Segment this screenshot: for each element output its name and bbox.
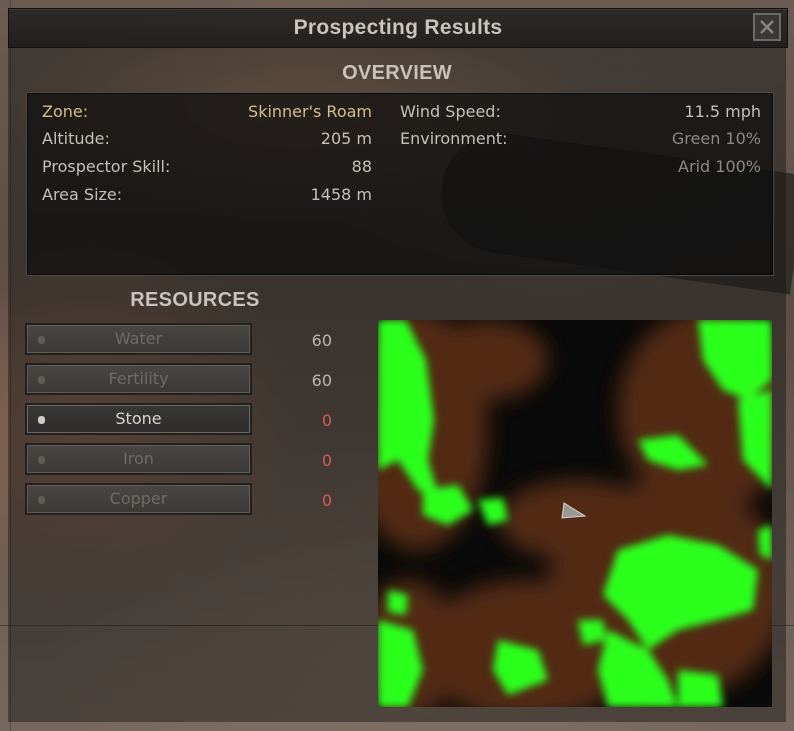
- overview-row-skill: Prospector Skill: 88: [42, 157, 372, 179]
- resource-label-copper: Copper: [109, 489, 168, 508]
- altitude-label: Altitude:: [42, 129, 110, 148]
- resource-button-copper[interactable]: Copper: [25, 483, 252, 515]
- zone-value: Skinner's Roam: [248, 102, 372, 121]
- resource-value-fertility: 60: [311, 371, 332, 390]
- resource-value-stone: 0: [321, 411, 332, 430]
- resource-label-iron: Iron: [123, 449, 154, 468]
- resource-label-fertility: Fertility: [108, 369, 169, 388]
- environment-green-value: Green 10%: [671, 129, 761, 148]
- environment-label: Environment:: [400, 129, 508, 148]
- resource-value-water: 60: [311, 331, 332, 350]
- resource-map[interactable]: [378, 320, 772, 707]
- prospector-skill-label: Prospector Skill:: [42, 157, 171, 176]
- zone-label: Zone:: [42, 102, 89, 121]
- resource-heatmap: [378, 320, 772, 707]
- overview-row-area: Area Size: 1458 m: [42, 185, 372, 207]
- close-icon: [760, 20, 774, 34]
- title-bar[interactable]: Prospecting Results: [8, 8, 788, 48]
- resource-label-stone: Stone: [115, 409, 162, 428]
- overview-row-altitude: Altitude: 205 m: [42, 129, 372, 151]
- resource-button-iron[interactable]: Iron: [25, 443, 252, 475]
- area-size-value: 1458 m: [310, 185, 372, 204]
- resource-button-stone[interactable]: Stone: [25, 403, 252, 435]
- resource-value-copper: 0: [321, 491, 332, 510]
- wind-speed-label: Wind Speed:: [400, 102, 501, 121]
- resource-label-water: Water: [114, 329, 163, 348]
- prospector-skill-value: 88: [351, 157, 372, 176]
- overview-heading: OVERVIEW: [342, 62, 452, 84]
- environment-arid-value: Arid 100%: [678, 157, 761, 176]
- resource-button-water[interactable]: Water: [25, 323, 252, 355]
- resource-button-fertility[interactable]: Fertility: [25, 363, 252, 395]
- area-size-label: Area Size:: [42, 185, 123, 204]
- overview-row-wind: Wind Speed: 11.5 mph: [400, 102, 761, 124]
- overview-row-arid: Arid 100%: [400, 157, 761, 179]
- overview-row-environment: Environment: Green 10%: [400, 129, 761, 151]
- window-title: Prospecting Results: [293, 16, 503, 39]
- resources-heading: RESOURCES: [130, 289, 260, 311]
- close-button[interactable]: [753, 13, 781, 41]
- overview-row-zone: Zone: Skinner's Roam: [42, 102, 372, 124]
- resource-value-iron: 0: [321, 451, 332, 470]
- altitude-value: 205 m: [320, 129, 372, 148]
- wind-speed-value: 11.5 mph: [684, 102, 761, 121]
